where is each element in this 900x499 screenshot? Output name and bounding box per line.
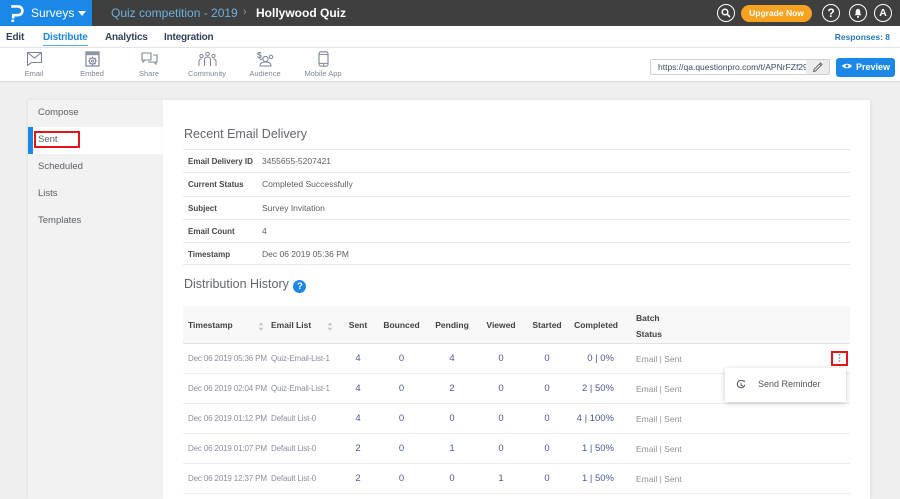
svg-text:$: $ <box>257 51 262 60</box>
